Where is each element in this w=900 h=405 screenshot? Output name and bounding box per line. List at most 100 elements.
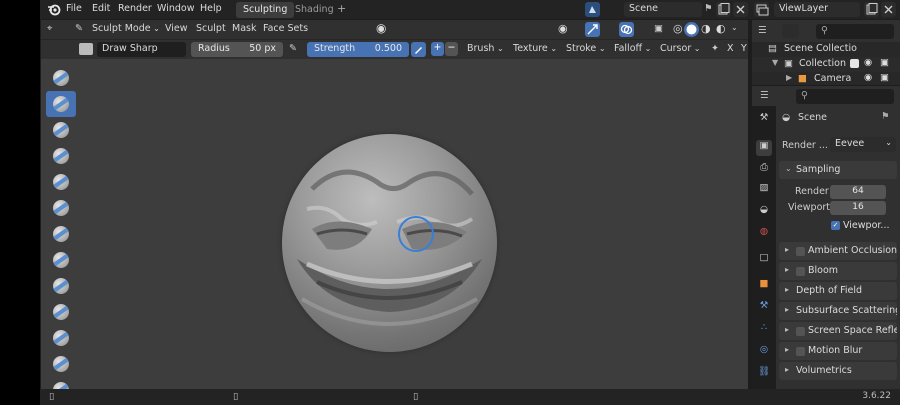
delete-view-layer-icon[interactable] xyxy=(881,2,896,17)
panel-sampling[interactable]: ⌄ Sampling xyxy=(779,161,897,179)
inflate-tool-icon[interactable] xyxy=(46,221,76,247)
constraints-tab-icon[interactable]: ⛓ xyxy=(756,366,772,382)
panel-motion-blur[interactable]: ▸ Motion Blur xyxy=(779,342,897,360)
menu-face-sets[interactable]: Face Sets xyxy=(263,23,308,34)
display-mode-icon[interactable] xyxy=(782,24,799,38)
scene-name-field[interactable]: Scene xyxy=(624,2,702,17)
shading-options-icon[interactable]: ⌄ xyxy=(731,23,738,32)
draw-sharp-tool-icon[interactable] xyxy=(46,91,76,117)
stroke-menu[interactable]: Stroke xyxy=(566,43,606,54)
gizmo-toggle-icon[interactable] xyxy=(585,22,600,37)
output-tab-icon[interactable]: ⎙ xyxy=(756,162,772,178)
outliner-row-scene-collection[interactable]: ▤ Scene Collectio xyxy=(752,42,900,57)
add-workspace-button[interactable]: + xyxy=(337,2,346,15)
menu-view[interactable]: View xyxy=(165,23,188,34)
menu-help[interactable]: Help xyxy=(200,3,222,14)
particles-tab-icon[interactable]: ∴ xyxy=(756,322,772,338)
strength-slider[interactable]: Strength 0.500 xyxy=(307,42,409,57)
physics-tab-icon[interactable]: ◎ xyxy=(756,344,772,360)
panel-screen-space-reflections[interactable]: ▸ Screen Space Reflecti xyxy=(779,322,897,340)
blender-logo-icon[interactable] xyxy=(47,3,61,16)
brush-thumbnail-icon[interactable] xyxy=(79,43,93,55)
overlay-toggle-icon[interactable] xyxy=(619,22,634,37)
expand-icon[interactable]: ▼ xyxy=(772,58,778,67)
collapse-icon[interactable]: ▶ xyxy=(786,73,792,82)
rendered-shading-icon[interactable]: ◐ xyxy=(716,22,726,35)
fill-tool-icon[interactable] xyxy=(46,351,76,377)
view-layer-tab-icon[interactable]: ▨ xyxy=(756,182,772,198)
crease-tool-icon[interactable] xyxy=(46,273,76,299)
render-tab-icon[interactable]: ▣ xyxy=(756,140,772,156)
panel-ambient-occlusion[interactable]: ▸ Ambient Occlusion xyxy=(779,242,897,260)
delete-scene-icon[interactable] xyxy=(733,2,748,17)
strength-pressure-icon[interactable] xyxy=(411,42,426,57)
clay-strips-tool-icon[interactable] xyxy=(46,143,76,169)
clay-thumb-tool-icon[interactable] xyxy=(46,169,76,195)
sculpt-mesh[interactable] xyxy=(282,134,497,352)
panel-subsurface-scattering[interactable]: ▸ Subsurface Scattering xyxy=(779,302,897,320)
wireframe-shading-icon[interactable]: ◎ xyxy=(673,22,683,35)
panel-bloom[interactable]: ▸ Bloom xyxy=(779,262,897,280)
add-direction-button[interactable]: + xyxy=(431,42,444,56)
brush-menu[interactable]: Brush xyxy=(467,43,504,54)
texture-menu[interactable]: Texture xyxy=(513,43,557,54)
panel-depth-of-field[interactable]: ▸ Depth of Field xyxy=(779,282,897,300)
outliner-search-input[interactable]: ⚲ xyxy=(816,24,894,39)
eye-icon[interactable]: ◉ xyxy=(864,72,872,83)
panel-enable-checkbox[interactable] xyxy=(796,267,805,276)
new-view-layer-icon[interactable] xyxy=(864,2,879,17)
scene-tab-icon[interactable]: ◒ xyxy=(756,204,772,220)
tab-sculpting[interactable]: Sculpting xyxy=(236,2,295,18)
camera-render-icon[interactable]: ▣ xyxy=(880,57,889,68)
pin-icon[interactable]: ⚑ xyxy=(704,3,713,14)
symmetry-icon[interactable]: ✦ xyxy=(711,43,719,54)
xray-icon[interactable]: ▣ xyxy=(654,23,663,34)
view-layer-field[interactable]: ViewLayer xyxy=(774,2,860,17)
radius-slider[interactable]: Radius 50 px xyxy=(191,42,283,57)
falloff-menu[interactable]: Falloff xyxy=(614,43,651,54)
object-tab-icon[interactable]: ■ xyxy=(756,278,772,294)
symmetry-x-toggle[interactable]: X xyxy=(727,43,734,54)
visibility-icon[interactable]: ◉ xyxy=(558,22,568,35)
menu-mask[interactable]: Mask xyxy=(232,23,256,34)
cursor-menu[interactable]: Cursor xyxy=(660,43,700,54)
collection-tab-icon[interactable]: □ xyxy=(756,252,772,268)
layer-tool-icon[interactable] xyxy=(46,195,76,221)
new-scene-icon[interactable] xyxy=(716,2,731,17)
3d-viewport[interactable]: ⌖ ✎ Sculpt Mode View Sculpt Mask Face Se… xyxy=(41,20,748,389)
render-samples-field[interactable]: 64 xyxy=(830,185,886,199)
modifier-tab-icon[interactable]: ⚒ xyxy=(756,300,772,316)
properties-search-input[interactable]: ⚲ xyxy=(796,89,894,104)
exclude-checkbox[interactable] xyxy=(850,59,859,68)
menu-edit[interactable]: Edit xyxy=(92,3,110,14)
menu-window[interactable]: Window xyxy=(157,3,194,14)
material-shading-icon[interactable]: ◑ xyxy=(701,22,711,35)
panel-enable-checkbox[interactable] xyxy=(796,247,805,256)
panel-volumetrics[interactable]: ▸ Volumetrics xyxy=(779,362,897,380)
render-engine-dropdown[interactable]: Eevee ⌄ xyxy=(830,137,896,152)
radius-pressure-icon[interactable]: ✎ xyxy=(289,43,297,54)
panel-enable-checkbox[interactable] xyxy=(796,327,805,336)
draw-tool-icon[interactable] xyxy=(46,65,76,91)
smooth-tool-icon[interactable] xyxy=(46,299,76,325)
outliner-row-collection[interactable]: ▼ ▣ Collection ◉ ▣ xyxy=(752,57,900,72)
tab-shading[interactable]: Shading xyxy=(288,2,341,18)
mode-dropdown[interactable]: Sculpt Mode xyxy=(92,23,160,34)
pin-icon[interactable]: ⚑ xyxy=(881,111,890,122)
editor-type-icon[interactable]: ⌖ xyxy=(47,23,52,34)
brush-name-field[interactable]: Draw Sharp xyxy=(97,42,186,57)
subtract-direction-button[interactable]: − xyxy=(445,42,458,56)
menu-sculpt[interactable]: Sculpt xyxy=(196,23,226,34)
viewport-samples-field[interactable]: 16 xyxy=(830,201,886,215)
eye-icon[interactable]: ◉ xyxy=(864,57,872,68)
outliner-row-camera[interactable]: ▶ ■ Camera ◉ ▣ xyxy=(752,72,900,87)
scene-selector-icon[interactable] xyxy=(585,2,600,17)
menu-render[interactable]: Render xyxy=(118,3,152,14)
view-layer-icon[interactable] xyxy=(754,2,769,17)
outliner-editor-icon[interactable]: ☰ xyxy=(758,25,767,36)
flatten-tool-icon[interactable] xyxy=(46,325,76,351)
world-tab-icon[interactable]: ◍ xyxy=(756,226,772,242)
viewport-denoise-checkbox[interactable]: ✓ xyxy=(831,221,840,230)
symmetry-y-toggle[interactable]: Y xyxy=(741,43,747,54)
transform-orientation-icon[interactable]: ◉ xyxy=(376,21,386,35)
